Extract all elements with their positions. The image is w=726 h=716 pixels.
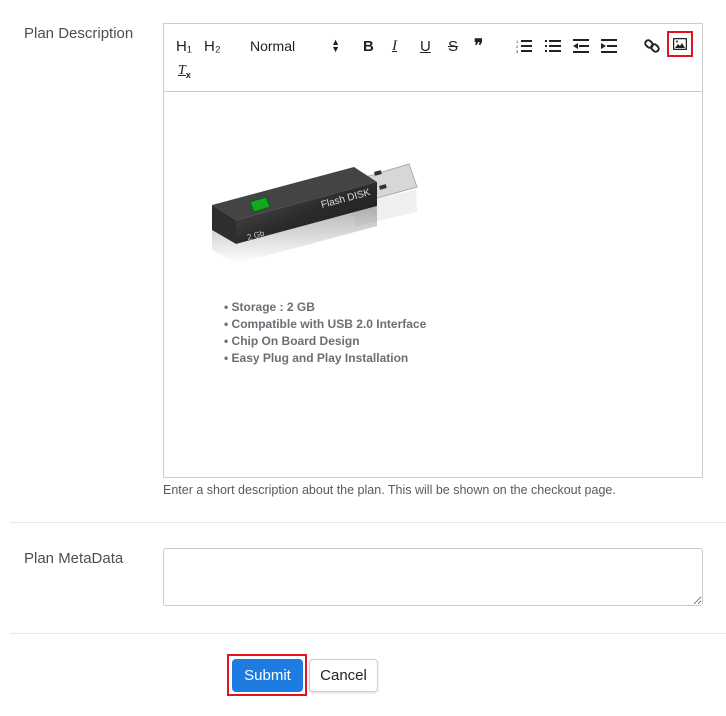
usb-drive-image: Flash DISK 2 Gb (212, 163, 418, 264)
outdent-button[interactable] (573, 35, 589, 57)
heading-2-label: H₂ (204, 37, 221, 55)
outdent-icon (573, 39, 589, 53)
feature-item: Storage : 2 GB (224, 299, 426, 316)
image-icon (673, 38, 687, 50)
indent-icon (601, 39, 617, 53)
blockquote-button[interactable]: ❞ (474, 35, 483, 57)
format-select-value: Normal (250, 38, 296, 54)
clear-format-button[interactable]: Tx (178, 60, 191, 82)
feature-list: Storage : 2 GB Compatible with USB 2.0 I… (224, 299, 427, 367)
rich-text-editor: H₁ H₂ Normal ▲ ▼ B I U S ❞ 123 Tx Flash … (163, 23, 703, 478)
plan-metadata-input[interactable] (163, 548, 703, 606)
ordered-list-icon: 123 (516, 39, 532, 53)
select-arrows-icon: ▲ ▼ (331, 37, 340, 54)
underline-icon: U (420, 37, 431, 55)
format-select[interactable]: Normal ▲ ▼ (250, 35, 340, 57)
plan-metadata-label: Plan MetaData (24, 550, 124, 567)
strike-button[interactable]: S (448, 35, 458, 57)
heading-2-button[interactable]: H₂ (204, 35, 221, 57)
section-divider (10, 522, 726, 523)
feature-item: Chip On Board Design (224, 333, 426, 350)
editor-toolbar: H₁ H₂ Normal ▲ ▼ B I U S ❞ 123 Tx (164, 24, 702, 92)
quote-icon: ❞ (474, 36, 484, 55)
plan-description-label: Plan Description (24, 25, 134, 42)
italic-icon: I (392, 37, 397, 54)
indent-button[interactable] (601, 35, 617, 57)
clear-format-icon: Tx (178, 62, 191, 80)
section-divider (10, 633, 726, 634)
bullet-list-icon (545, 40, 561, 52)
description-help-text: Enter a short description about the plan… (163, 483, 616, 497)
bold-icon: B (363, 37, 374, 55)
italic-button[interactable]: I (392, 35, 397, 57)
ordered-list-button[interactable]: 123 (516, 35, 532, 57)
editor-content[interactable]: Flash DISK 2 Gb Storage : 2 GB Compatibl… (164, 92, 702, 478)
heading-1-label: H₁ (176, 37, 192, 55)
bullet-list-button[interactable] (545, 35, 561, 57)
link-button[interactable] (644, 35, 660, 57)
bold-button[interactable]: B (363, 35, 374, 57)
link-icon (644, 39, 660, 53)
svg-text:3: 3 (516, 49, 519, 53)
feature-item: Compatible with USB 2.0 Interface (224, 316, 427, 333)
submit-button[interactable]: Submit (232, 659, 303, 692)
feature-item: Easy Plug and Play Installation (224, 350, 426, 367)
heading-1-button[interactable]: H₁ (176, 35, 192, 57)
insert-image-button[interactable] (667, 31, 693, 57)
cancel-button[interactable]: Cancel (309, 659, 378, 692)
strike-icon: S (448, 37, 459, 55)
underline-button[interactable]: U (420, 35, 431, 57)
